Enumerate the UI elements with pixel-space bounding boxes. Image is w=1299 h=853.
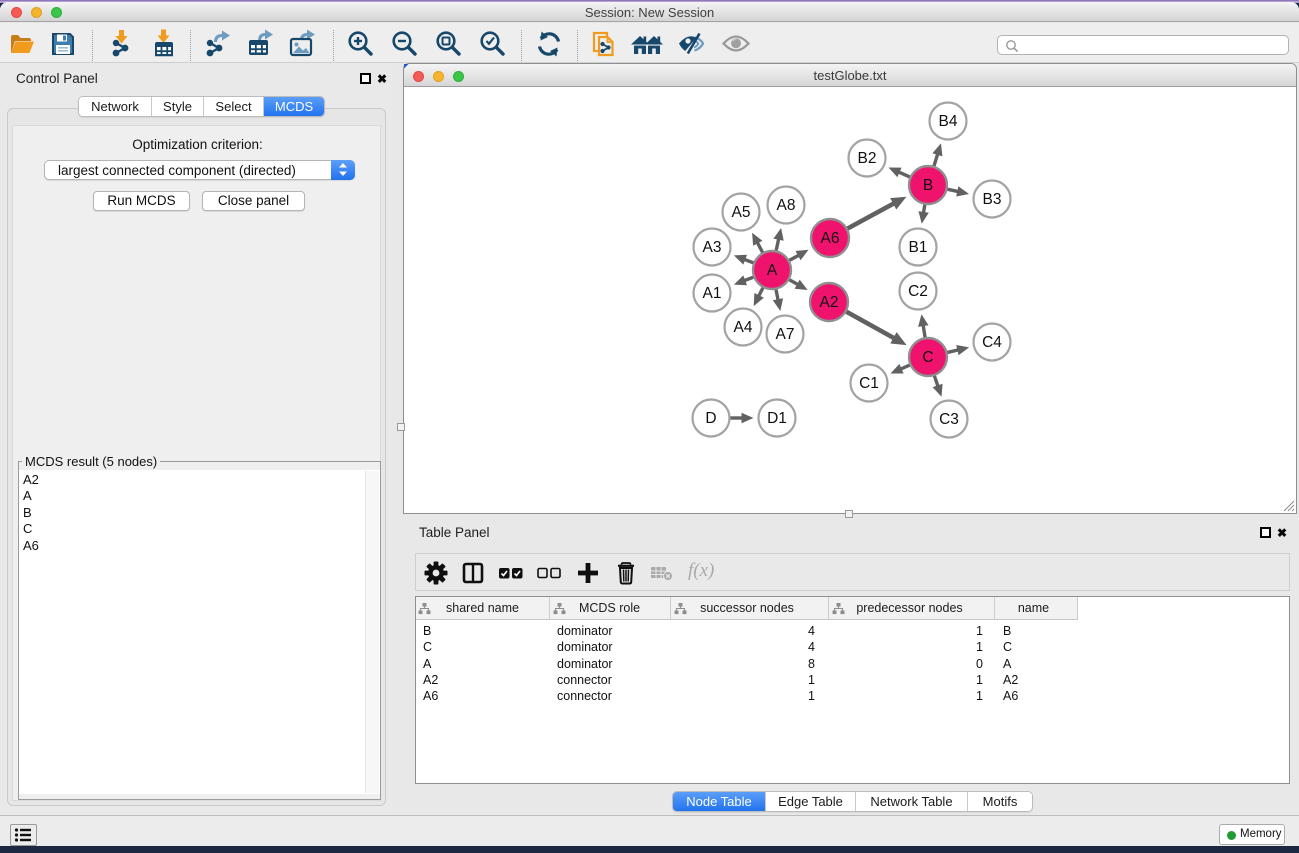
svg-text:C1: C1 [859, 375, 879, 392]
svg-text:A: A [767, 262, 778, 279]
svg-text:B2: B2 [858, 150, 877, 167]
svg-text:B1: B1 [909, 239, 928, 256]
svg-text:D1: D1 [767, 410, 787, 427]
svg-text:C2: C2 [908, 283, 928, 300]
svg-text:A7: A7 [776, 326, 795, 343]
svg-text:A4: A4 [734, 319, 753, 336]
svg-text:B: B [923, 177, 933, 194]
svg-text:A3: A3 [703, 239, 722, 256]
svg-text:A8: A8 [777, 197, 796, 214]
svg-text:C: C [922, 349, 933, 366]
svg-text:C3: C3 [939, 411, 959, 428]
svg-text:A6: A6 [821, 230, 840, 247]
svg-text:A5: A5 [732, 204, 751, 221]
svg-text:D: D [705, 410, 716, 427]
svg-text:B3: B3 [983, 191, 1002, 208]
svg-text:C4: C4 [982, 334, 1002, 351]
svg-text:A1: A1 [703, 285, 722, 302]
svg-text:A2: A2 [820, 294, 839, 311]
svg-text:B4: B4 [939, 113, 958, 130]
